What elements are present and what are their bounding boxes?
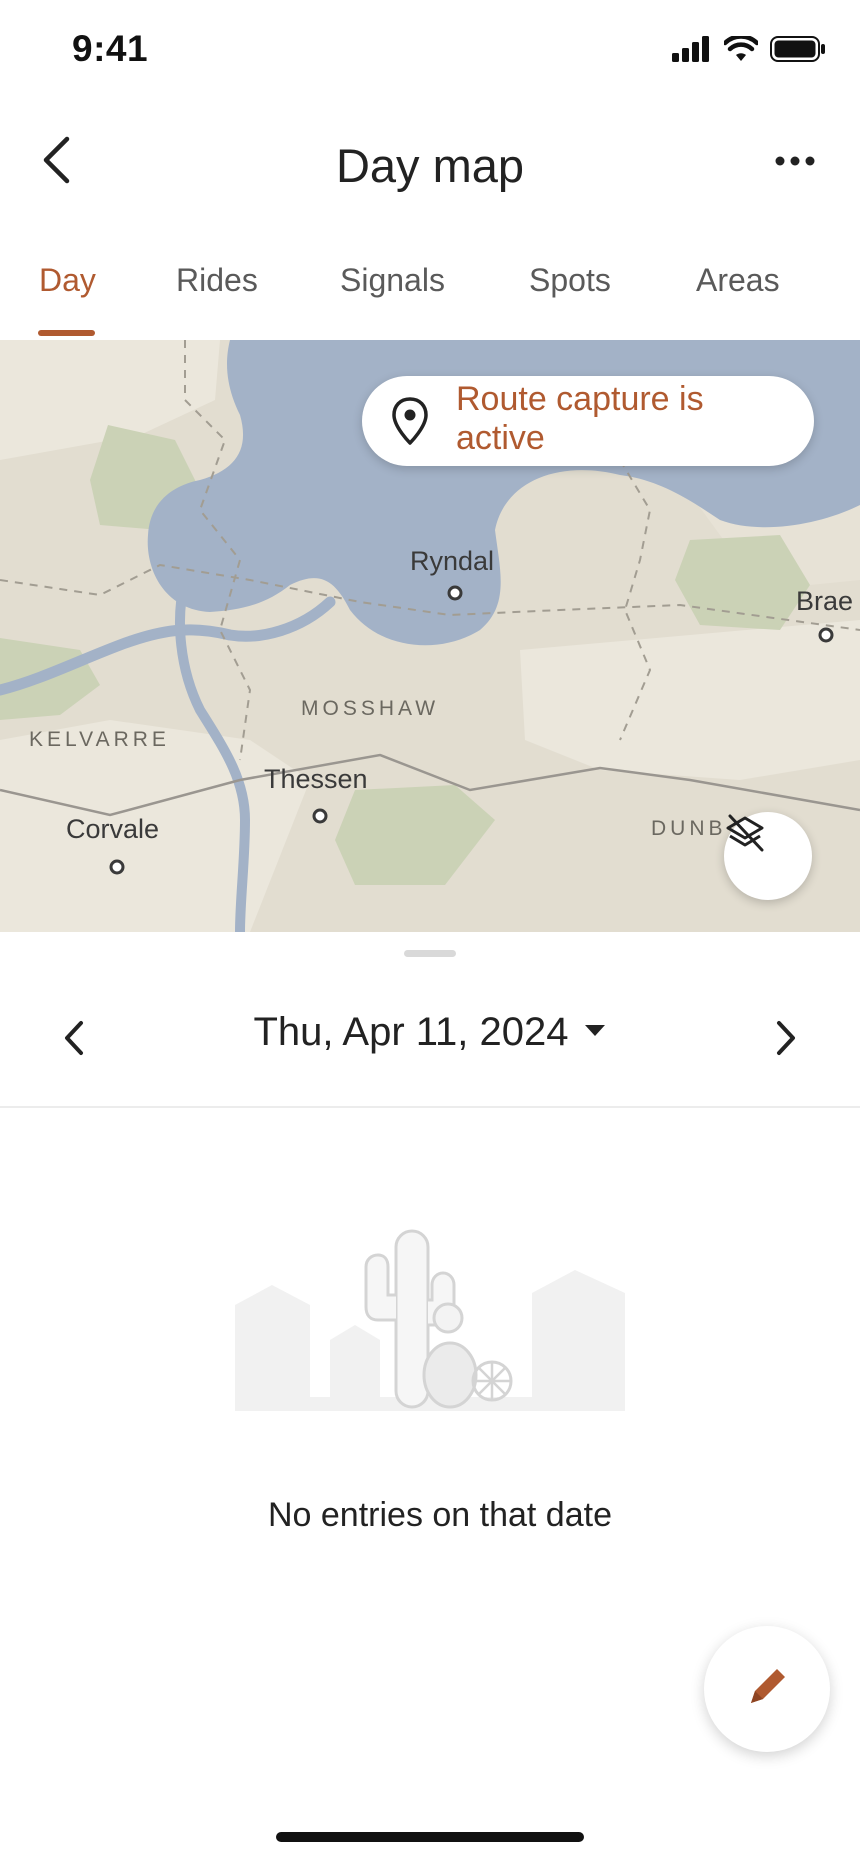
route-capture-banner[interactable]: Route capture is active <box>362 376 814 466</box>
status-bar: 9:41 <box>0 0 860 100</box>
district-label-mosshaw: MOSSHAW <box>301 697 440 720</box>
map-view[interactable]: Ryndal Brae Thessen Corvale MOSSHAW KELV… <box>0 340 860 932</box>
pencil-icon <box>743 1663 791 1716</box>
place-label-corvale: Corvale <box>66 814 160 844</box>
wifi-icon <box>722 34 760 67</box>
tab-day[interactable]: Day <box>39 262 96 299</box>
empty-state-message: No entries on that date <box>267 1496 612 1534</box>
add-entry-button[interactable] <box>704 1626 830 1752</box>
page-title: Day map <box>335 139 525 192</box>
status-time: 9:41 <box>72 28 149 69</box>
tab-bar: Day Rides Signals Spots Areas <box>0 238 860 340</box>
place-label-thessen: Thessen <box>264 764 368 794</box>
tab-signals[interactable]: Signals <box>340 262 445 299</box>
date-navigator: Thu, Apr 11, 2024 <box>0 980 860 1108</box>
chevron-right-icon <box>775 1020 797 1061</box>
cellular-signal-icon <box>672 36 712 67</box>
route-capture-status: Route capture is active <box>456 380 704 457</box>
battery-icon <box>770 36 826 67</box>
place-label-ryndal: Ryndal <box>410 546 495 576</box>
active-tab-indicator <box>38 330 95 336</box>
tab-rides[interactable]: Rides <box>176 262 258 299</box>
map-layers-button[interactable] <box>724 812 812 900</box>
sheet-drag-handle[interactable] <box>404 950 456 957</box>
status-icons <box>672 34 826 67</box>
desert-cactus-illustration <box>230 1225 630 1420</box>
tab-spots[interactable]: Spots <box>529 262 611 299</box>
tab-areas[interactable]: Areas <box>696 262 780 299</box>
district-label-kelvarre: KELVARRE <box>29 728 170 751</box>
caret-down-icon <box>583 1023 607 1042</box>
more-options-button[interactable] <box>760 132 830 192</box>
selected-date: Thu, Apr 11, 2024 <box>253 1010 569 1054</box>
place-label-brae: Brae <box>796 586 854 616</box>
home-indicator[interactable] <box>276 1832 584 1842</box>
app-bar: Day map <box>0 112 860 212</box>
next-day-button[interactable] <box>756 1010 816 1070</box>
more-horizontal-icon <box>775 153 815 171</box>
district-label-dunb: DUNB <box>651 817 727 840</box>
date-picker-dropdown[interactable]: Thu, Apr 11, 2024 <box>0 1010 860 1055</box>
